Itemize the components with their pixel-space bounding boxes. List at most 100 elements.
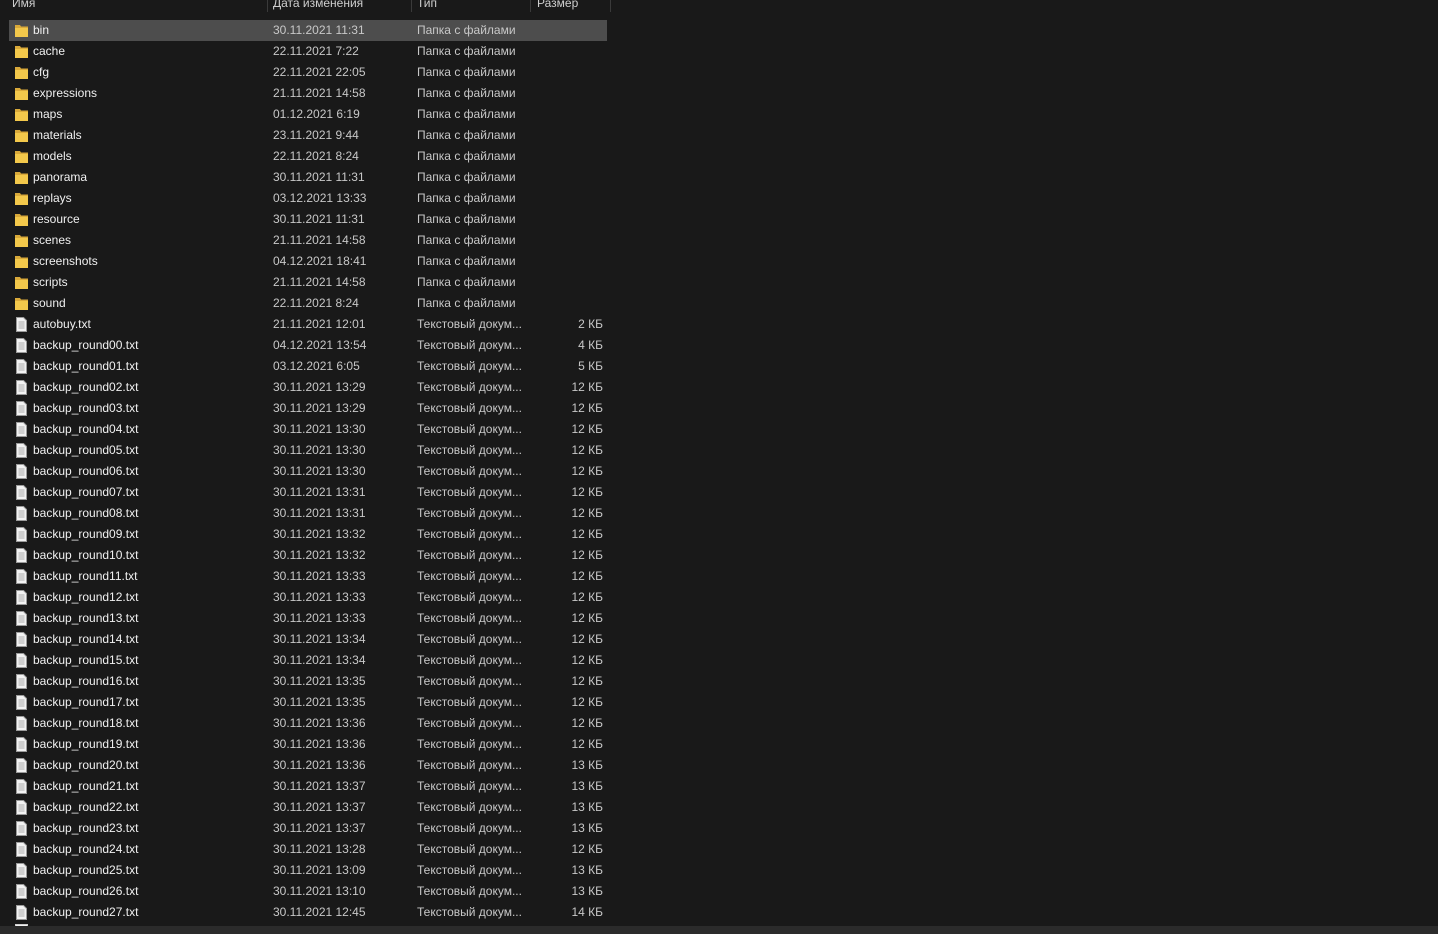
file-date-modified: 30.11.2021 13:10 <box>273 884 366 898</box>
file-row[interactable]: backup_round01.txt 03.12.2021 6:05 Текст… <box>9 356 607 377</box>
file-date-modified: 30.11.2021 13:37 <box>273 821 366 835</box>
column-header-date[interactable]: Дата изменения <box>267 0 412 12</box>
file-row[interactable]: backup_round06.txt 30.11.2021 13:30 Текс… <box>9 461 607 482</box>
file-name: backup_round01.txt <box>33 359 139 373</box>
file-date-modified: 30.11.2021 13:32 <box>273 527 366 541</box>
file-row[interactable]: backup_round00.txt 04.12.2021 13:54 Текс… <box>9 335 607 356</box>
file-row[interactable]: backup_round12.txt 30.11.2021 13:33 Текс… <box>9 587 607 608</box>
file-row[interactable]: expressions 21.11.2021 14:58 Папка с фай… <box>9 83 607 104</box>
row-icon-cell <box>15 461 29 482</box>
row-icon-cell <box>15 62 29 83</box>
file-type: Текстовый докум... <box>417 779 522 793</box>
file-row[interactable]: backup_round02.txt 30.11.2021 13:29 Текс… <box>9 377 607 398</box>
file-row[interactable]: backup_round09.txt 30.11.2021 13:32 Текс… <box>9 524 607 545</box>
row-icon-cell <box>15 377 29 398</box>
file-row[interactable]: models 22.11.2021 8:24 Папка с файлами <box>9 146 607 167</box>
file-row[interactable]: backup_round27.txt 30.11.2021 12:45 Текс… <box>9 902 607 923</box>
row-icon-cell <box>15 566 29 587</box>
row-icon-cell <box>15 524 29 545</box>
file-row[interactable]: backup_round22.txt 30.11.2021 13:37 Текс… <box>9 797 607 818</box>
file-name: backup_round20.txt <box>33 758 139 772</box>
file-row[interactable]: backup_round16.txt 30.11.2021 13:35 Текс… <box>9 671 607 692</box>
file-row[interactable]: resource 30.11.2021 11:31 Папка с файлам… <box>9 209 607 230</box>
horizontal-scrollbar[interactable] <box>0 926 1438 934</box>
file-row[interactable]: backup_round08.txt 30.11.2021 13:31 Текс… <box>9 503 607 524</box>
file-row[interactable]: backup_round07.txt 30.11.2021 13:31 Текс… <box>9 482 607 503</box>
file-name: backup_round02.txt <box>33 380 139 394</box>
file-row[interactable]: maps 01.12.2021 6:19 Папка с файлами <box>9 104 607 125</box>
file-row[interactable]: backup_round04.txt 30.11.2021 13:30 Текс… <box>9 419 607 440</box>
folder-icon <box>15 214 28 226</box>
file-size <box>539 125 603 146</box>
text-file-icon <box>16 359 27 374</box>
file-row[interactable]: backup_round18.txt 30.11.2021 13:36 Текс… <box>9 713 607 734</box>
file-row[interactable]: backup_round17.txt 30.11.2021 13:35 Текс… <box>9 692 607 713</box>
file-size: 12 КБ <box>571 401 603 415</box>
column-header-size[interactable]: Размер <box>531 0 611 12</box>
row-icon-cell <box>15 419 29 440</box>
file-name: backup_round14.txt <box>33 632 139 646</box>
file-type: Папка с файлами <box>417 149 516 163</box>
file-name: backup_round11.txt <box>33 569 138 583</box>
text-file-icon <box>16 674 27 689</box>
file-row[interactable]: replays 03.12.2021 13:33 Папка с файлами <box>9 188 607 209</box>
file-row[interactable]: backup_round11.txt 30.11.2021 13:33 Текс… <box>9 566 607 587</box>
file-row[interactable]: backup_round26.txt 30.11.2021 13:10 Текс… <box>9 881 607 902</box>
file-row[interactable]: scenes 21.11.2021 14:58 Папка с файлами <box>9 230 607 251</box>
file-name: replays <box>33 191 72 205</box>
file-row[interactable]: backup_round03.txt 30.11.2021 13:29 Текс… <box>9 398 607 419</box>
file-date-modified: 30.11.2021 13:29 <box>273 380 366 394</box>
file-row[interactable]: screenshots 04.12.2021 18:41 Папка с фай… <box>9 251 607 272</box>
file-name: backup_round24.txt <box>33 842 139 856</box>
file-row[interactable]: backup_round21.txt 30.11.2021 13:37 Текс… <box>9 776 607 797</box>
file-row[interactable]: backup_round13.txt 30.11.2021 13:33 Текс… <box>9 608 607 629</box>
row-icon-cell <box>15 608 29 629</box>
file-size <box>539 209 603 230</box>
file-name: resource <box>33 212 80 226</box>
file-row[interactable]: cfg 22.11.2021 22:05 Папка с файлами <box>9 62 607 83</box>
file-size: 12 КБ <box>571 632 603 646</box>
file-row[interactable]: sound 22.11.2021 8:24 Папка с файлами <box>9 293 607 314</box>
text-file-icon <box>16 590 27 605</box>
file-row[interactable]: autobuy.txt 21.11.2021 12:01 Текстовый д… <box>9 314 607 335</box>
file-row[interactable]: backup_round23.txt 30.11.2021 13:37 Текс… <box>9 818 607 839</box>
row-icon-cell <box>15 713 29 734</box>
file-size: 13 КБ <box>571 821 603 835</box>
row-icon-cell <box>15 818 29 839</box>
file-row[interactable]: backup_round14.txt 30.11.2021 13:34 Текс… <box>9 629 607 650</box>
file-date-modified: 30.11.2021 13:33 <box>273 569 366 583</box>
file-row[interactable]: backup_round05.txt 30.11.2021 13:30 Текс… <box>9 440 607 461</box>
file-size <box>539 104 603 125</box>
file-row[interactable]: backup_round20.txt 30.11.2021 13:36 Текс… <box>9 755 607 776</box>
file-date-modified: 30.11.2021 13:37 <box>273 779 366 793</box>
file-name: backup_round23.txt <box>33 821 139 835</box>
file-type: Папка с файлами <box>417 128 516 142</box>
file-row[interactable]: backup_round19.txt 30.11.2021 13:36 Текс… <box>9 734 607 755</box>
file-row[interactable]: backup_round24.txt 30.11.2021 13:28 Текс… <box>9 839 607 860</box>
file-row[interactable]: backup_round25.txt 30.11.2021 13:09 Текс… <box>9 860 607 881</box>
file-type: Папка с файлами <box>417 212 516 226</box>
column-header-type[interactable]: Тип <box>411 0 531 12</box>
file-name: screenshots <box>33 254 98 268</box>
folder-icon <box>15 46 28 58</box>
row-icon-cell <box>15 230 29 251</box>
file-row[interactable]: scripts 21.11.2021 14:58 Папка с файлами <box>9 272 607 293</box>
file-type: Папка с файлами <box>417 23 516 37</box>
file-row[interactable]: materials 23.11.2021 9:44 Папка с файлам… <box>9 125 607 146</box>
file-row[interactable]: cache 22.11.2021 7:22 Папка с файлами <box>9 41 607 62</box>
file-row[interactable]: backup_round15.txt 30.11.2021 13:34 Текс… <box>9 650 607 671</box>
file-row[interactable]: bin 30.11.2021 11:31 Папка с файлами <box>9 20 607 41</box>
file-row[interactable]: backup_round10.txt 30.11.2021 13:32 Текс… <box>9 545 607 566</box>
text-file-icon <box>16 401 27 416</box>
file-size <box>539 167 603 188</box>
file-name: backup_round10.txt <box>33 548 139 562</box>
file-type: Текстовый докум... <box>417 359 522 373</box>
file-row[interactable]: panorama 30.11.2021 11:31 Папка с файлам… <box>9 167 607 188</box>
row-icon-cell <box>15 125 29 146</box>
file-date-modified: 30.11.2021 13:30 <box>273 443 366 457</box>
text-file-icon <box>16 758 27 773</box>
column-header-name[interactable]: Имя <box>6 0 268 12</box>
file-size: 13 КБ <box>571 884 603 898</box>
text-file-icon <box>16 737 27 752</box>
file-size <box>539 20 603 41</box>
